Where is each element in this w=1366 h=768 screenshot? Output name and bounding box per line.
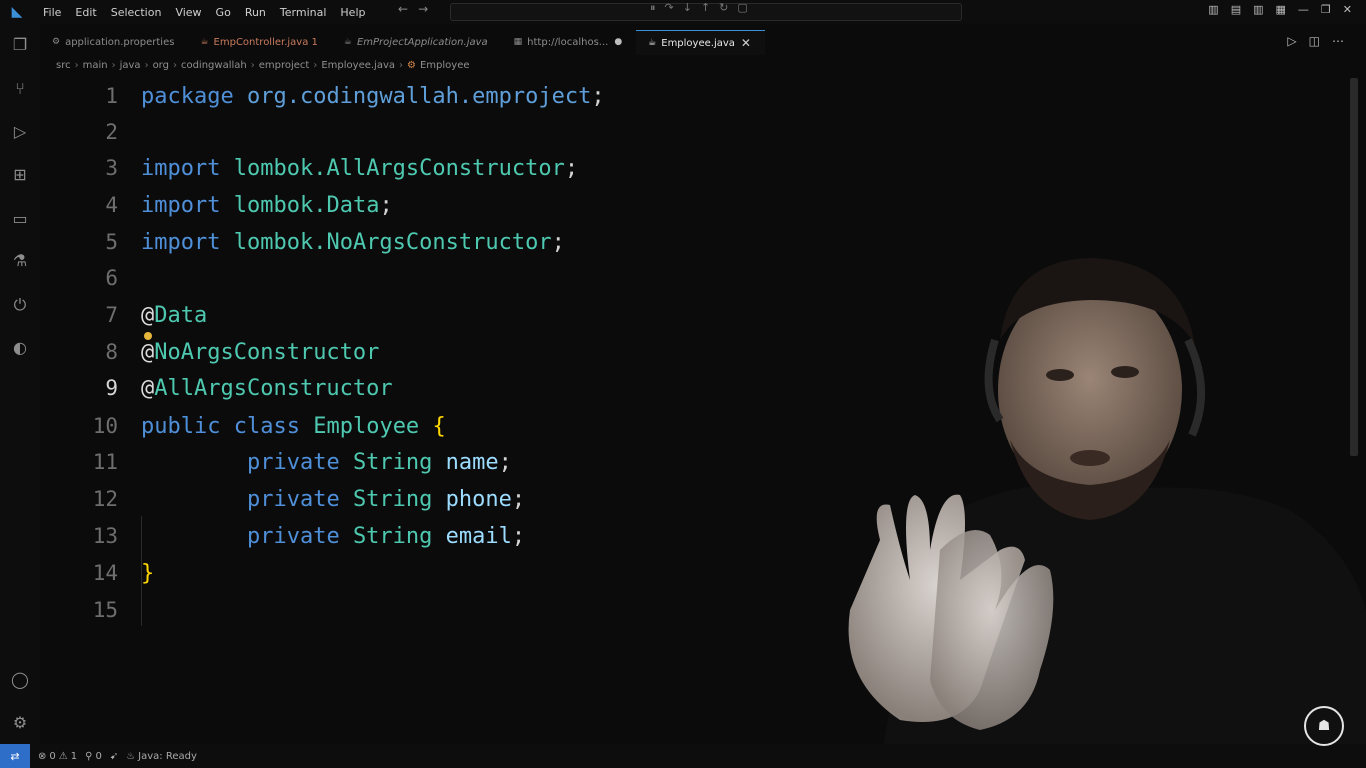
source-control-icon[interactable]: ⑂ xyxy=(9,78,31,100)
line-number: 5 xyxy=(105,230,118,254)
debug-toolbar: ⏸ ↷ ↓ ↑ ↻ ▢ xyxy=(650,1,748,15)
line-number: 2 xyxy=(105,120,118,144)
tab-application-properties[interactable]: ⚙ application.properties xyxy=(40,30,188,54)
run-file-icon[interactable]: ▷ xyxy=(1287,34,1296,48)
close-window-icon[interactable]: ✕ xyxy=(1343,3,1352,16)
status-bar: ⇄ ⊗ 0 ⚠ 1 ⚲ 0 ➹ ♨ Java: Ready xyxy=(0,744,1366,768)
spring-boot-icon[interactable]: ⏻ xyxy=(9,294,31,316)
line-number: 14 xyxy=(92,561,118,585)
menu-help[interactable]: Help xyxy=(333,6,372,19)
pause-icon[interactable]: ⏸ xyxy=(650,1,656,15)
menu-selection[interactable]: Selection xyxy=(104,6,169,19)
line-number: 4 xyxy=(105,193,118,217)
tab-employee[interactable]: ☕ Employee.java ✕ xyxy=(636,30,765,55)
restore-icon[interactable]: ❐ xyxy=(1321,3,1331,16)
java-projects-icon[interactable]: ◐ xyxy=(9,337,31,359)
breadcrumb-item[interactable]: main xyxy=(83,60,108,71)
menu-terminal[interactable]: Terminal xyxy=(273,6,334,19)
menu-file[interactable]: File xyxy=(36,6,68,19)
more-actions-icon[interactable]: ⋯ xyxy=(1332,34,1344,48)
rocket-icon: ➹ xyxy=(109,750,119,762)
breadcrumb-item[interactable]: java xyxy=(120,60,141,71)
line-number: 15 xyxy=(92,598,118,622)
forward-arrow-icon[interactable]: → xyxy=(418,2,428,16)
java-file-icon: ☕ xyxy=(343,37,352,47)
vscode-logo-icon: ◣ xyxy=(11,4,23,20)
menu-bar: File Edit Selection View Go Run Terminal… xyxy=(36,6,372,19)
breadcrumb-item[interactable]: org xyxy=(153,60,169,71)
menu-go[interactable]: Go xyxy=(209,6,238,19)
run-debug-icon[interactable]: ▷ xyxy=(9,121,31,143)
menu-edit[interactable]: Edit xyxy=(68,6,103,19)
split-editor-icon[interactable]: ◫ xyxy=(1309,34,1320,48)
line-number: 11 xyxy=(92,450,118,474)
gear-file-icon: ⚙ xyxy=(52,37,61,47)
layout-sidebar-icon[interactable]: ▥ xyxy=(1208,3,1218,16)
breadcrumb: src › main › java › org › codingwallah › empr… xyxy=(56,60,470,71)
line-number: 13 xyxy=(92,524,118,548)
close-tab-icon[interactable]: ✕ xyxy=(741,36,751,50)
settings-gear-icon[interactable]: ⚙ xyxy=(9,712,31,734)
ports-indicator[interactable]: ⚲ 0 xyxy=(85,751,102,762)
back-arrow-icon[interactable]: ← xyxy=(398,2,408,16)
restart-icon[interactable]: ↻ xyxy=(719,1,728,15)
line-number: 7 xyxy=(105,303,118,327)
java-file-icon: ☕ xyxy=(200,37,209,47)
browser-icon: ▦ xyxy=(513,37,523,47)
line-number: 10 xyxy=(92,414,118,438)
minimize-icon[interactable]: — xyxy=(1298,3,1309,16)
tab-emproject-application[interactable]: ☕ EmProjectApplication.java xyxy=(332,30,502,54)
layout-secondary-icon[interactable]: ▥ xyxy=(1253,3,1263,16)
account-icon[interactable]: ◯ xyxy=(9,669,31,691)
extensions-icon[interactable]: ⊞ xyxy=(9,164,31,186)
remote-indicator-icon[interactable]: ⇄ xyxy=(0,744,30,768)
indent-guide xyxy=(141,516,142,626)
spring-boot-status[interactable]: ➹ xyxy=(110,751,118,762)
step-out-icon[interactable]: ↑ xyxy=(701,1,710,15)
problems-indicator[interactable]: ⊗ 0 ⚠ 1 xyxy=(38,751,77,762)
java-file-icon: ☕ xyxy=(648,38,657,48)
lightbulb-icon[interactable] xyxy=(144,332,152,340)
error-icon: ⊗ xyxy=(38,750,47,762)
tab-emp-controller[interactable]: ☕ EmpController.java 1 xyxy=(188,30,331,54)
channel-logo-icon: ☗ xyxy=(1304,706,1344,746)
menu-run[interactable]: Run xyxy=(238,6,273,19)
menu-view[interactable]: View xyxy=(168,6,208,19)
explorer-icon[interactable]: ❐ xyxy=(9,34,31,56)
testing-icon[interactable]: ⚗ xyxy=(9,250,31,272)
step-into-icon[interactable]: ↓ xyxy=(683,1,692,15)
line-number: 8 xyxy=(105,340,118,364)
ports-icon: ⚲ xyxy=(85,750,93,762)
unsaved-dot-icon: ● xyxy=(614,37,623,47)
stop-icon[interactable]: ▢ xyxy=(737,1,747,15)
customize-layout-icon[interactable]: ▦ xyxy=(1276,3,1286,16)
line-number: 3 xyxy=(105,156,118,180)
step-over-icon[interactable]: ↷ xyxy=(665,1,674,15)
remote-explorer-icon[interactable]: ▭ xyxy=(9,208,31,230)
java-status[interactable]: ♨ Java: Ready xyxy=(126,751,197,762)
presenter-webcam-overlay xyxy=(848,258,1366,768)
line-number: 1 xyxy=(105,84,118,108)
layout-panel-icon[interactable]: ▤ xyxy=(1231,3,1241,16)
java-status-icon: ♨ xyxy=(126,750,136,762)
line-number: 6 xyxy=(105,266,118,290)
breadcrumb-item[interactable]: codingwallah xyxy=(181,60,247,71)
title-bar: ◣ File Edit Selection View Go Run Termin… xyxy=(0,0,1366,24)
breadcrumb-item[interactable]: Employee xyxy=(420,60,470,71)
line-number-current: 9 xyxy=(105,376,118,400)
warning-icon: ⚠ xyxy=(58,750,68,762)
breadcrumb-item[interactable]: Employee.java xyxy=(321,60,395,71)
breadcrumb-item[interactable]: src xyxy=(56,60,71,71)
editor-tabs: ⚙ application.properties ☕ EmpController… xyxy=(40,30,1366,55)
tab-localhost[interactable]: ▦ http://localhos... ● xyxy=(502,30,637,54)
line-number: 12 xyxy=(92,487,118,511)
breadcrumb-item[interactable]: emproject xyxy=(259,60,310,71)
activity-bar: ❐ ⑂ ▷ ⊞ ▭ ⚗ ⏻ ◐ ◯ ⚙ xyxy=(0,24,40,744)
class-icon: ⚙ xyxy=(407,60,416,71)
